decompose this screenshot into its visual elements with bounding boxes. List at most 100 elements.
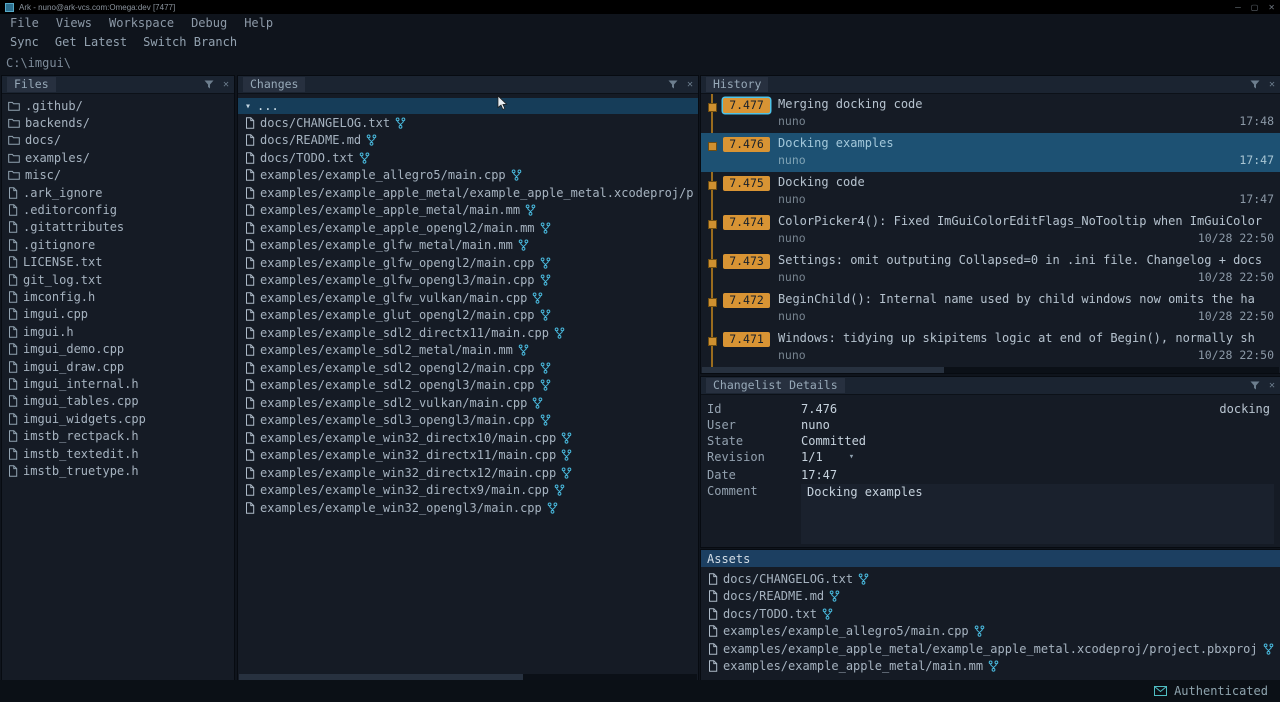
changed-file-row[interactable]: examples/example_apple_opengl2/main.mm bbox=[238, 219, 698, 237]
changeset-badge[interactable]: 7.475 bbox=[723, 176, 770, 191]
history-panel: History ✕ 7.477 Merging docking code nun… bbox=[700, 75, 1280, 374]
changed-file-row[interactable]: examples/example_glfw_metal/main.mm bbox=[238, 237, 698, 255]
file-tree-item[interactable]: imgui_demo.cpp bbox=[2, 340, 234, 357]
changed-file-row[interactable]: examples/example_win32_opengl3/main.cpp bbox=[238, 499, 698, 517]
branch-icon bbox=[1263, 643, 1274, 655]
changed-file-row[interactable]: examples/example_sdl2_opengl2/main.cpp bbox=[238, 359, 698, 377]
toolbar-button-switch-branch[interactable]: Switch Branch bbox=[143, 35, 237, 49]
changed-file-row[interactable]: docs/README.md bbox=[238, 132, 698, 150]
changed-file-row[interactable]: examples/example_win32_directx9/main.cpp bbox=[238, 482, 698, 500]
changed-file-path: examples/example_sdl2_metal/main.mm bbox=[260, 343, 513, 357]
changed-file-row[interactable]: examples/example_win32_directx12/main.cp… bbox=[238, 464, 698, 482]
panel-close-icon[interactable]: ✕ bbox=[687, 80, 693, 90]
filter-icon[interactable] bbox=[668, 80, 678, 89]
changed-file-row[interactable]: examples/example_win32_directx10/main.cp… bbox=[238, 429, 698, 447]
filter-icon[interactable] bbox=[1250, 80, 1260, 89]
file-tree-item[interactable]: .gitignore bbox=[2, 236, 234, 253]
panel-close-icon[interactable]: ✕ bbox=[1269, 80, 1275, 90]
minimize-icon[interactable]: ─ bbox=[1235, 3, 1241, 12]
comment-box[interactable]: Docking examples bbox=[801, 484, 1274, 544]
changes-root-row[interactable]: ▾... bbox=[238, 98, 698, 114]
history-entry[interactable]: 7.477 Merging docking code nuno17:48 bbox=[701, 94, 1280, 133]
asset-file-row[interactable]: examples/example_apple_metal/main.mm bbox=[701, 658, 1280, 676]
toolbar-button-get-latest[interactable]: Get Latest bbox=[55, 35, 127, 49]
asset-file-row[interactable]: docs/CHANGELOG.txt bbox=[701, 570, 1280, 588]
file-tree-item[interactable]: imstb_textedit.h bbox=[2, 445, 234, 462]
changeset-badge[interactable]: 7.473 bbox=[723, 254, 770, 269]
changeset-badge[interactable]: 7.474 bbox=[723, 215, 770, 230]
file-icon bbox=[8, 308, 18, 320]
changed-file-row[interactable]: examples/example_glfw_opengl2/main.cpp bbox=[238, 254, 698, 272]
changed-file-row[interactable]: examples/example_sdl2_metal/main.mm bbox=[238, 342, 698, 360]
file-tree-item[interactable]: imgui_widgets.cpp bbox=[2, 410, 234, 427]
file-icon bbox=[708, 660, 718, 672]
menu-item-file[interactable]: File bbox=[10, 16, 39, 30]
file-tree-item[interactable]: examples/ bbox=[2, 149, 234, 166]
menu-item-debug[interactable]: Debug bbox=[191, 16, 227, 30]
assets-header[interactable]: Assets bbox=[701, 550, 1280, 567]
panel-close-icon[interactable]: ✕ bbox=[1269, 381, 1275, 391]
file-tree-item[interactable]: imgui.cpp bbox=[2, 306, 234, 323]
chevron-down-icon[interactable]: ▾ bbox=[245, 101, 251, 112]
history-entry[interactable]: 7.475 Docking code nuno17:47 bbox=[701, 172, 1280, 211]
changed-file-row[interactable]: examples/example_sdl2_opengl3/main.cpp bbox=[238, 377, 698, 395]
changed-file-row[interactable]: examples/example_glfw_opengl3/main.cpp bbox=[238, 272, 698, 290]
toolbar-button-sync[interactable]: Sync bbox=[10, 35, 39, 49]
asset-file-row[interactable]: docs/TODO.txt bbox=[701, 605, 1280, 623]
timeline-node-icon bbox=[708, 220, 717, 229]
chevron-down-icon[interactable]: ▾ bbox=[849, 452, 854, 462]
changeset-badge[interactable]: 7.472 bbox=[723, 293, 770, 308]
changed-file-path: examples/example_apple_metal/main.mm bbox=[260, 203, 520, 217]
file-tree-item[interactable]: imgui_tables.cpp bbox=[2, 393, 234, 410]
close-icon[interactable]: ✕ bbox=[1268, 3, 1275, 12]
asset-file-row[interactable]: docs/README.md bbox=[701, 588, 1280, 606]
changed-file-row[interactable]: examples/example_sdl2_directx11/main.cpp bbox=[238, 324, 698, 342]
changed-file-row[interactable]: docs/CHANGELOG.txt bbox=[238, 114, 698, 132]
menu-item-workspace[interactable]: Workspace bbox=[109, 16, 174, 30]
changeset-badge[interactable]: 7.471 bbox=[723, 332, 770, 347]
file-tree-item[interactable]: backends/ bbox=[2, 114, 234, 131]
file-tree-item[interactable]: imstb_truetype.h bbox=[2, 462, 234, 479]
changed-file-row[interactable]: examples/example_glut_opengl2/main.cpp bbox=[238, 307, 698, 325]
asset-file-row[interactable]: examples/example_allegro5/main.cpp bbox=[701, 623, 1280, 641]
file-tree-item[interactable]: imstb_rectpack.h bbox=[2, 427, 234, 444]
changeset-badge[interactable]: 7.477 bbox=[723, 98, 770, 113]
maximize-icon[interactable]: ▢ bbox=[1251, 3, 1259, 12]
file-tree-item[interactable]: docs/ bbox=[2, 132, 234, 149]
changed-file-row[interactable]: examples/example_win32_directx11/main.cp… bbox=[238, 447, 698, 465]
panel-close-icon[interactable]: ✕ bbox=[223, 80, 229, 90]
scrollbar-thumb[interactable] bbox=[702, 367, 944, 373]
changed-file-row[interactable]: examples/example_allegro5/main.cpp bbox=[238, 167, 698, 185]
changed-file-row[interactable]: examples/example_sdl2_vulkan/main.cpp bbox=[238, 394, 698, 412]
file-tree-item[interactable]: .github/ bbox=[2, 97, 234, 114]
changeset-badge[interactable]: 7.476 bbox=[723, 137, 770, 152]
file-tree-item[interactable]: .gitattributes bbox=[2, 219, 234, 236]
filter-icon[interactable] bbox=[1250, 381, 1260, 390]
changed-file-row[interactable]: examples/example_apple_metal/main.mm bbox=[238, 202, 698, 220]
changed-file-row[interactable]: docs/TODO.txt bbox=[238, 149, 698, 167]
file-tree-item[interactable]: LICENSE.txt bbox=[2, 254, 234, 271]
history-entry[interactable]: 7.474 ColorPicker4(): Fixed ImGuiColorEd… bbox=[701, 211, 1280, 250]
history-entry[interactable]: 7.476 Docking examples nuno17:47 bbox=[701, 133, 1280, 172]
changed-file-row[interactable]: examples/example_apple_metal/example_app… bbox=[238, 184, 698, 202]
asset-file-row[interactable]: examples/example_apple_metal/example_app… bbox=[701, 640, 1280, 658]
horizontal-scrollbar[interactable] bbox=[702, 367, 1279, 373]
file-tree-item[interactable]: imgui.h bbox=[2, 323, 234, 340]
history-entry[interactable]: 7.473 Settings: omit outputing Collapsed… bbox=[701, 250, 1280, 289]
menu-item-help[interactable]: Help bbox=[244, 16, 273, 30]
changed-file-row[interactable]: examples/example_sdl3_opengl3/main.cpp bbox=[238, 412, 698, 430]
changed-file-row[interactable]: examples/example_glfw_vulkan/main.cpp bbox=[238, 289, 698, 307]
history-entry[interactable]: 7.472 BeginChild(): Internal name used b… bbox=[701, 289, 1280, 328]
file-tree-item[interactable]: git_log.txt bbox=[2, 271, 234, 288]
file-name: .gitattributes bbox=[23, 220, 124, 234]
history-entry[interactable]: 7.471 Windows: tidying up skipitems logi… bbox=[701, 328, 1280, 367]
file-tree-item[interactable]: .ark_ignore bbox=[2, 184, 234, 201]
menu-item-views[interactable]: Views bbox=[56, 16, 92, 30]
file-tree-item[interactable]: imconfig.h bbox=[2, 288, 234, 305]
file-tree-item[interactable]: imgui_draw.cpp bbox=[2, 358, 234, 375]
filter-icon[interactable] bbox=[204, 80, 214, 89]
file-tree-item[interactable]: imgui_internal.h bbox=[2, 375, 234, 392]
file-icon bbox=[245, 449, 255, 461]
file-tree-item[interactable]: misc/ bbox=[2, 167, 234, 184]
file-tree-item[interactable]: .editorconfig bbox=[2, 201, 234, 218]
